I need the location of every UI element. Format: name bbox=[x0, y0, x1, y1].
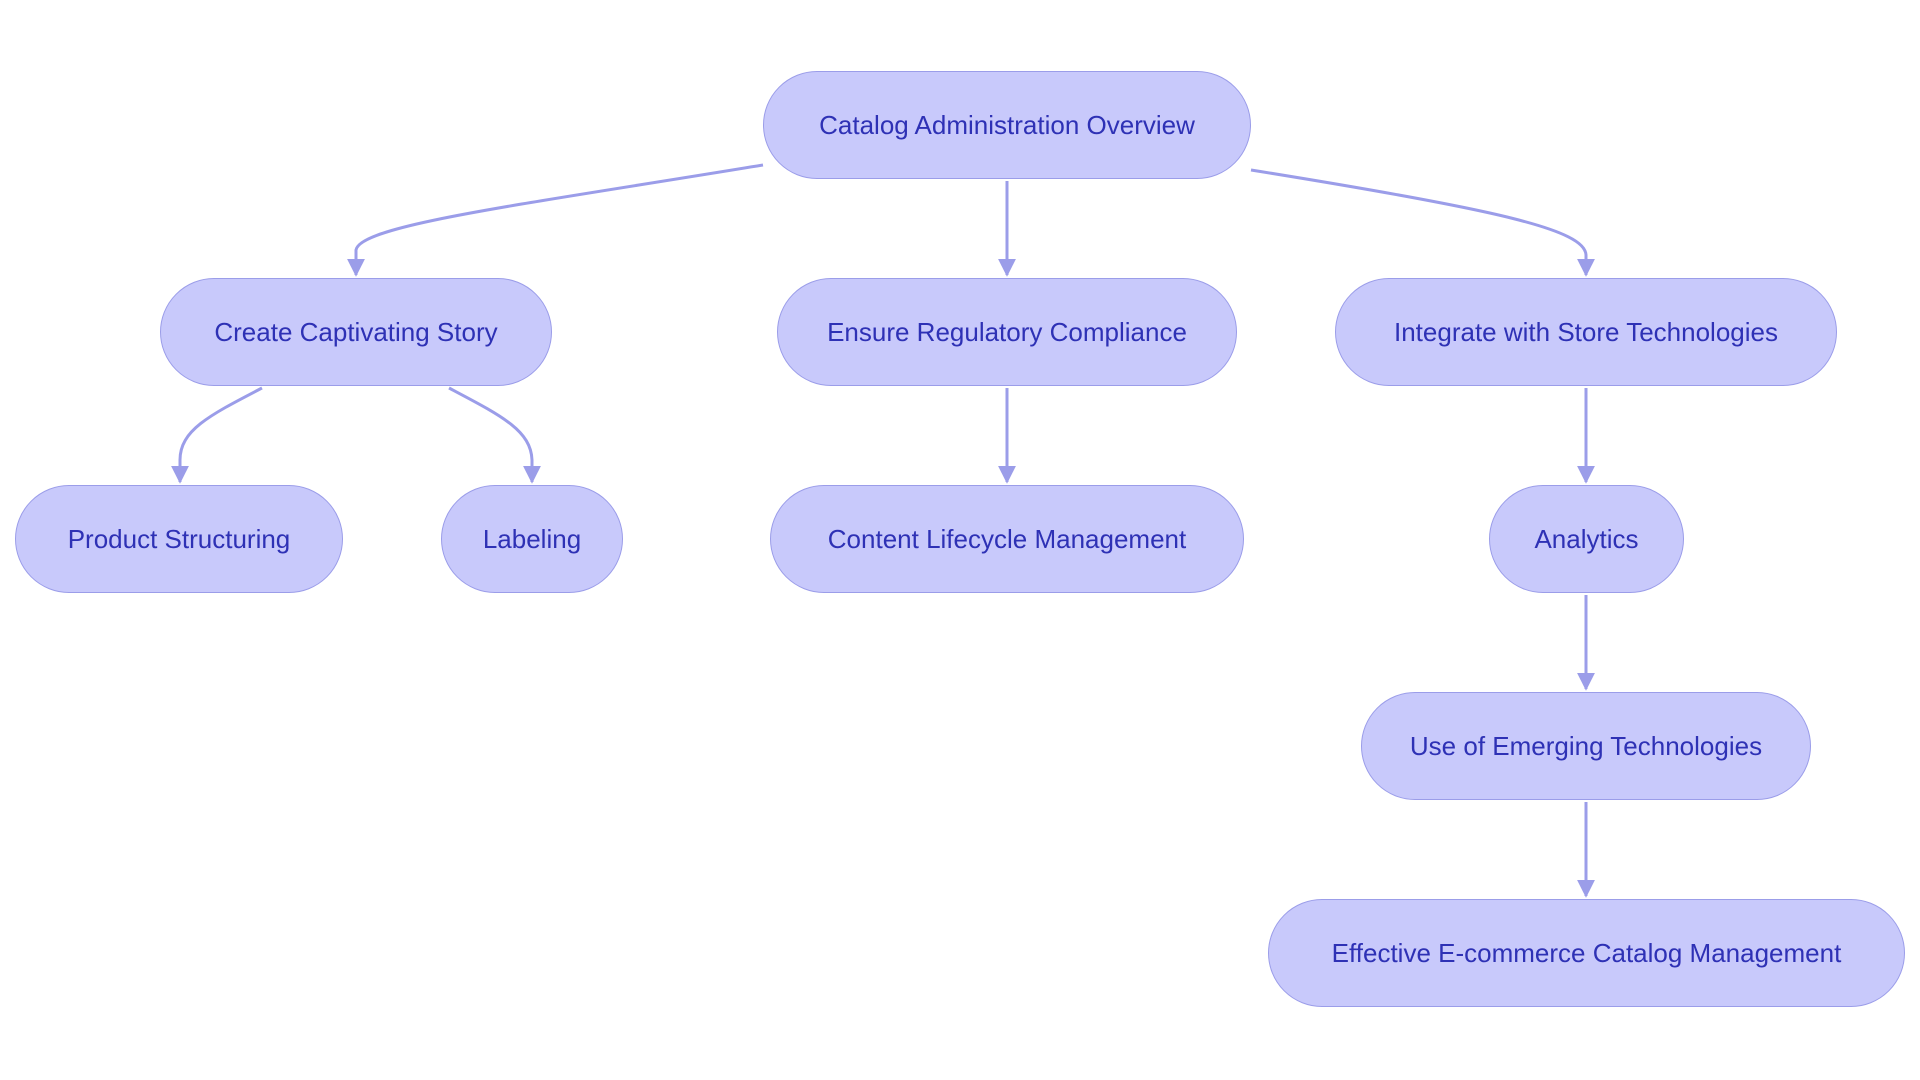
edge-root-story bbox=[347, 163, 764, 277]
edge-story-labeling bbox=[448, 386, 541, 484]
node-label: Integrate with Store Technologies bbox=[1394, 316, 1778, 347]
node-labeling[interactable]: Labeling bbox=[441, 485, 623, 593]
node-effective[interactable]: Effective E-commerce Catalog Management bbox=[1268, 899, 1905, 1007]
node-label: Ensure Regulatory Compliance bbox=[827, 316, 1187, 347]
node-label: Analytics bbox=[1534, 523, 1639, 554]
edge-root-integrate bbox=[1250, 168, 1595, 277]
node-emerging[interactable]: Use of Emerging Technologies bbox=[1361, 692, 1811, 800]
node-story[interactable]: Create Captivating Story bbox=[160, 278, 552, 386]
node-label: Effective E-commerce Catalog Management bbox=[1331, 937, 1842, 968]
node-root[interactable]: Catalog Administration Overview bbox=[763, 71, 1251, 179]
node-label: Use of Emerging Technologies bbox=[1409, 730, 1763, 761]
node-integrate[interactable]: Integrate with Store Technologies bbox=[1335, 278, 1837, 386]
node-label: Create Captivating Story bbox=[214, 316, 498, 347]
node-label: Product Structuring bbox=[67, 523, 291, 554]
node-label: Content Lifecycle Management bbox=[827, 523, 1187, 554]
node-structuring[interactable]: Product Structuring bbox=[15, 485, 343, 593]
node-compliance[interactable]: Ensure Regulatory Compliance bbox=[777, 278, 1237, 386]
node-label: Catalog Administration Overview bbox=[819, 109, 1195, 140]
edge-story-structuring bbox=[171, 386, 263, 484]
node-analytics[interactable]: Analytics bbox=[1489, 485, 1684, 593]
node-lifecycle[interactable]: Content Lifecycle Management bbox=[770, 485, 1244, 593]
node-label: Labeling bbox=[482, 523, 582, 554]
